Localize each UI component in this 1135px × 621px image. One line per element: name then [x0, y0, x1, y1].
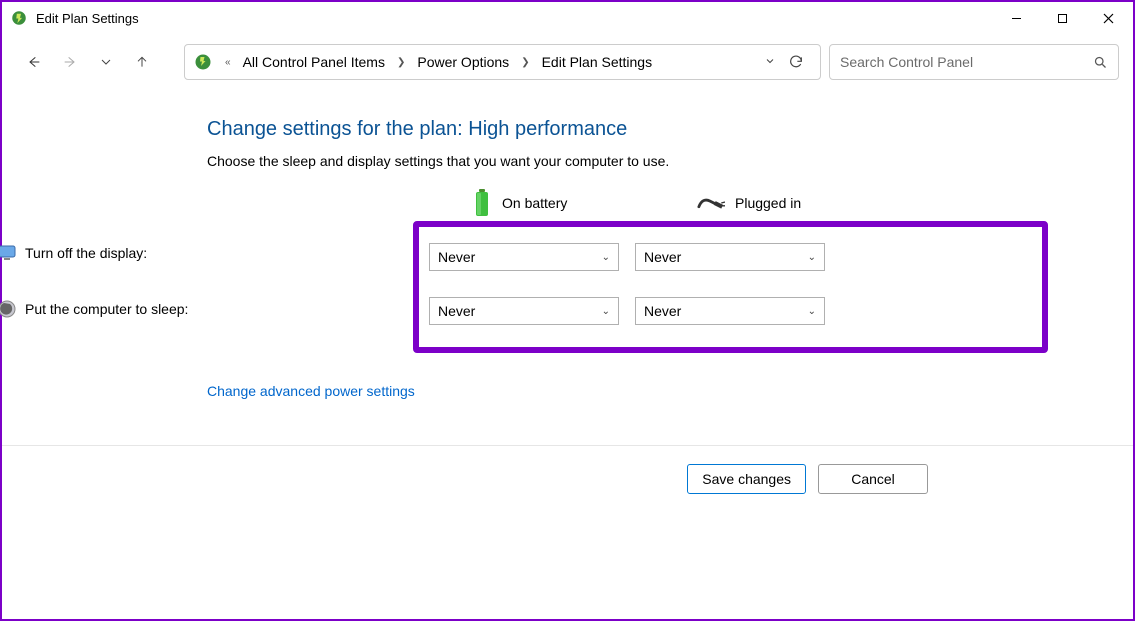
plugged-column-header: Plugged in [697, 195, 892, 211]
sleep-row-label: Put the computer to sleep: [0, 299, 188, 319]
window-title: Edit Plan Settings [36, 11, 993, 26]
up-button[interactable] [128, 48, 156, 76]
window-controls [993, 3, 1131, 33]
minimize-button[interactable] [993, 3, 1039, 33]
chevron-down-icon: ⌄ [602, 306, 610, 317]
sleep-row: Never ⌄ Never ⌄ [429, 297, 1032, 325]
chevron-down-icon: ⌄ [808, 252, 816, 263]
breadcrumb-item-2[interactable]: Edit Plan Settings [538, 52, 657, 72]
display-row-label: Turn off the display: [0, 243, 188, 263]
forward-button[interactable] [56, 48, 84, 76]
breadcrumb-item-1[interactable]: Power Options [413, 52, 513, 72]
display-icon [0, 243, 17, 263]
chevron-right-icon: ❯ [517, 57, 533, 68]
search-icon [1093, 55, 1108, 70]
breadcrumb-item-0[interactable]: All Control Panel Items [239, 52, 389, 72]
battery-column-header: On battery [472, 189, 667, 217]
column-headers: On battery Plugged in [472, 189, 1133, 217]
search-placeholder: Search Control Panel [840, 54, 1093, 70]
breadcrumb-overflow[interactable]: « [221, 57, 235, 68]
plugged-label: Plugged in [735, 195, 801, 211]
maximize-button[interactable] [1039, 3, 1085, 33]
display-battery-dropdown[interactable]: Never ⌄ [429, 243, 619, 271]
battery-label: On battery [502, 195, 567, 211]
chevron-right-icon: ❯ [393, 57, 409, 68]
control-panel-icon [193, 52, 213, 72]
refresh-button[interactable] [780, 54, 812, 70]
address-bar[interactable]: « All Control Panel Items ❯ Power Option… [184, 44, 821, 80]
highlight-box: Never ⌄ Never ⌄ Never ⌄ Never ⌄ [413, 221, 1048, 353]
display-plugged-dropdown[interactable]: Never ⌄ [635, 243, 825, 271]
navigation-row: « All Control Panel Items ❯ Power Option… [2, 34, 1133, 90]
sleep-plugged-dropdown[interactable]: Never ⌄ [635, 297, 825, 325]
page-heading: Change settings for the plan: High perfo… [207, 118, 1133, 141]
page-description: Choose the sleep and display settings th… [207, 153, 1133, 169]
search-box[interactable]: Search Control Panel [829, 44, 1119, 80]
close-button[interactable] [1085, 3, 1131, 33]
back-button[interactable] [20, 48, 48, 76]
address-dropdown[interactable] [764, 54, 776, 70]
app-icon [10, 9, 28, 27]
titlebar: Edit Plan Settings [2, 2, 1133, 34]
advanced-settings-link[interactable]: Change advanced power settings [207, 383, 415, 399]
sleep-battery-dropdown[interactable]: Never ⌄ [429, 297, 619, 325]
battery-icon [472, 189, 492, 217]
chevron-down-icon: ⌄ [602, 252, 610, 263]
cancel-button[interactable]: Cancel [818, 464, 928, 494]
recent-dropdown[interactable] [92, 48, 120, 76]
footer: Save changes Cancel [2, 445, 1133, 494]
save-button[interactable]: Save changes [687, 464, 806, 494]
chevron-down-icon: ⌄ [808, 306, 816, 317]
content-area: Change settings for the plan: High perfo… [2, 90, 1133, 399]
display-row: Never ⌄ Never ⌄ [429, 243, 1032, 271]
plug-icon [697, 195, 725, 211]
sleep-icon [0, 299, 17, 319]
